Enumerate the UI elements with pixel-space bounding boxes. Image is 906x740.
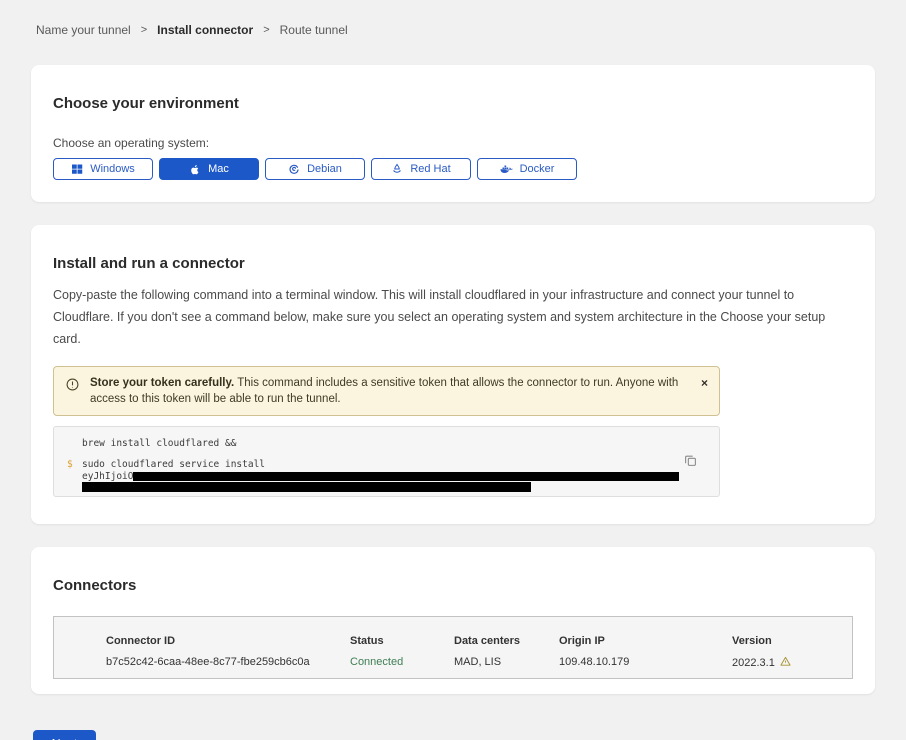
- apple-icon: [189, 163, 201, 176]
- header-version: Version: [732, 635, 852, 647]
- os-select-label: Choose an operating system:: [53, 136, 853, 150]
- breadcrumb-route-tunnel[interactable]: Route tunnel: [280, 23, 348, 37]
- os-button-docker[interactable]: Docker: [477, 158, 577, 180]
- debian-swirl-icon: [288, 163, 300, 175]
- shell-prompt: $: [67, 460, 73, 470]
- windows-icon: [71, 163, 83, 175]
- status-badge: Connected: [350, 656, 454, 670]
- os-button-label: Red Hat: [410, 163, 450, 175]
- data-centers-value: MAD, LIS: [454, 656, 559, 670]
- connectors-card-title: Connectors: [53, 577, 853, 594]
- version-value: 2022.3.1: [732, 657, 775, 669]
- header-origin-ip: Origin IP: [559, 635, 732, 647]
- os-button-label: Windows: [90, 163, 135, 175]
- os-button-mac[interactable]: Mac: [159, 158, 259, 180]
- install-command-block: brew install cloudflared && $sudo cloudf…: [53, 426, 720, 497]
- choose-environment-card: Choose your environment Choose an operat…: [31, 65, 875, 202]
- version-cell: 2022.3.1: [732, 656, 852, 670]
- header-connector-id: Connector ID: [106, 635, 350, 647]
- connectors-table: Connector ID Status Data centers Origin …: [53, 616, 853, 679]
- connector-description: Copy-paste the following command into a …: [53, 284, 853, 350]
- header-data-centers: Data centers: [454, 635, 559, 647]
- connectors-table-header: Connector ID Status Data centers Origin …: [106, 635, 852, 647]
- breadcrumb: Name your tunnel > Install connector > R…: [31, 23, 875, 37]
- breadcrumb-separator: >: [263, 24, 269, 36]
- os-button-label: Mac: [208, 163, 229, 175]
- redhat-icon: [391, 163, 403, 175]
- alert-circle-icon: [66, 378, 79, 396]
- code-line-text: sudo cloudflared service install: [82, 459, 265, 470]
- token-line: eyJhIjoiO: [82, 472, 679, 481]
- header-status: Status: [350, 635, 454, 647]
- docker-whale-icon: [500, 164, 513, 175]
- os-button-redhat[interactable]: Red Hat: [371, 158, 471, 180]
- connectors-card: Connectors Connector ID Status Data cent…: [31, 547, 875, 694]
- code-line-brew: brew install cloudflared &&: [82, 438, 679, 449]
- os-button-row: Windows Mac Debian: [53, 158, 853, 180]
- origin-ip-value: 109.48.10.179: [559, 656, 732, 670]
- token-prefix: eyJhIjoiO: [82, 472, 133, 481]
- install-connector-card: Install and run a connector Copy-paste t…: [31, 225, 875, 524]
- breadcrumb-install-connector[interactable]: Install connector: [157, 23, 253, 37]
- connector-card-title: Install and run a connector: [53, 255, 853, 272]
- os-button-label: Docker: [520, 163, 555, 175]
- version-warning-icon: [780, 656, 791, 670]
- next-button[interactable]: Next: [33, 730, 96, 740]
- breadcrumb-name-your-tunnel[interactable]: Name your tunnel: [36, 23, 131, 37]
- breadcrumb-separator: >: [141, 24, 147, 36]
- token-warning-banner: Store your token carefully. This command…: [53, 366, 720, 416]
- table-row: b7c52c42-6caa-48ee-8c77-fbe259cb6c0a Con…: [106, 656, 852, 670]
- environment-card-title: Choose your environment: [53, 95, 853, 112]
- tunnel-setup-page: Name your tunnel > Install connector > R…: [0, 0, 906, 740]
- redacted-token-bar: [82, 482, 531, 492]
- os-button-debian[interactable]: Debian: [265, 158, 365, 180]
- code-line-service-install: $sudo cloudflared service install: [82, 460, 679, 470]
- os-button-label: Debian: [307, 163, 342, 175]
- warning-title: Store your token carefully.: [90, 377, 234, 389]
- close-icon[interactable]: ×: [701, 377, 708, 389]
- connector-id-value: b7c52c42-6caa-48ee-8c77-fbe259cb6c0a: [106, 656, 350, 670]
- redacted-token-bar: [133, 472, 679, 481]
- copy-command-button[interactable]: [684, 454, 697, 470]
- os-button-windows[interactable]: Windows: [53, 158, 153, 180]
